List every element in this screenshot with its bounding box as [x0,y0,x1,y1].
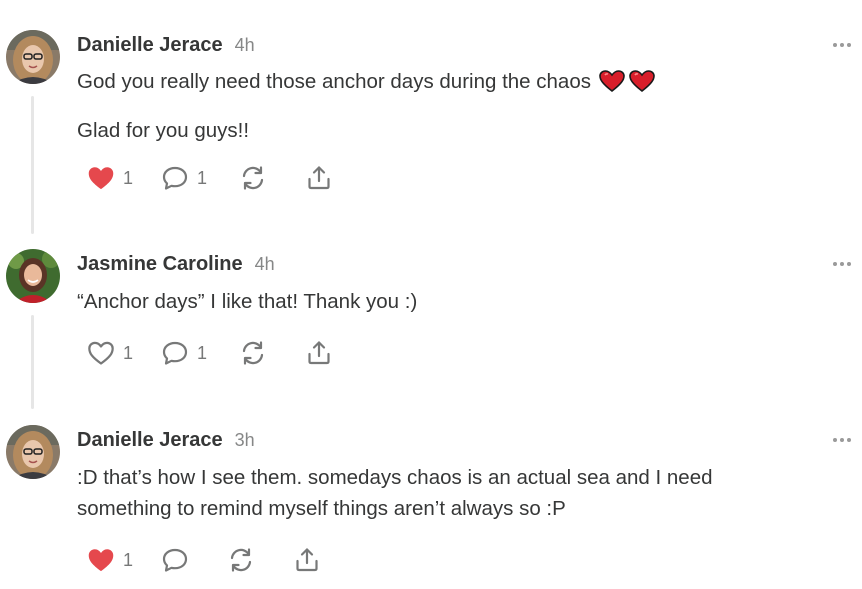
restack-icon [239,339,267,367]
comment-header: Danielle Jerace 4h [77,34,255,57]
share-icon [305,339,333,367]
more-options-icon[interactable] [833,42,851,48]
comment-icon [161,340,189,366]
restack-button[interactable] [227,546,255,574]
red-heart-emoji-icon [599,70,625,101]
author-name[interactable]: Jasmine Caroline [77,253,243,276]
timestamp[interactable]: 3h [235,430,255,451]
timestamp[interactable]: 4h [235,35,255,56]
comment-body: God you really need those anchor days du… [77,66,837,146]
comment-body: :D that’s how I see them. somedays chaos… [77,462,777,524]
comment-icon [161,165,189,191]
restack-icon [227,546,255,574]
author-name[interactable]: Danielle Jerace [77,429,223,452]
restack-button[interactable] [239,339,267,367]
author-name[interactable]: Danielle Jerace [77,34,223,57]
red-heart-emoji-icon [629,70,655,101]
reply-count: 1 [197,342,208,363]
share-icon [305,164,333,192]
comment-actions: 1 1 [87,338,333,368]
comment-paragraph: Glad for you guys!! [77,119,250,142]
share-button[interactable] [305,339,333,367]
reply-button[interactable] [161,547,189,573]
comment-3: Danielle Jerace 3h :D that’s how I see t… [0,410,862,589]
like-count: 1 [123,342,134,363]
comment-paragraph: God you really need those anchor days du… [77,66,837,101]
like-count: 1 [123,167,134,188]
share-button[interactable] [305,164,333,192]
comment-header: Danielle Jerace 3h [77,429,255,452]
avatar-danielle[interactable] [6,30,60,84]
like-button[interactable]: 1 [87,547,133,573]
restack-icon [239,164,267,192]
more-options-icon[interactable] [833,261,851,267]
heart-icon [87,165,115,191]
like-button[interactable]: 1 [87,165,133,191]
heart-icon [87,547,115,573]
comment-icon [161,547,189,573]
avatar-danielle[interactable] [6,425,60,479]
comment-header: Jasmine Caroline 4h [77,253,275,276]
comment-paragraph: “Anchor days” I like that! Thank you :) [77,290,418,313]
restack-button[interactable] [239,164,267,192]
reply-count: 1 [197,167,208,188]
comment-actions: 1 [87,545,321,575]
comment-2: Jasmine Caroline 4h “Anchor days” I like… [0,235,862,410]
share-icon [293,546,321,574]
comment-actions: 1 1 [87,163,333,193]
comment-paragraph: :D that’s how I see them. somedays chaos… [77,466,713,520]
share-button[interactable] [293,546,321,574]
avatar-jasmine[interactable] [6,249,60,303]
reply-button[interactable]: 1 [161,165,207,191]
thread-line [31,315,34,409]
comment-body: “Anchor days” I like that! Thank you :) [77,286,837,317]
timestamp[interactable]: 4h [255,254,275,275]
like-count: 1 [123,549,134,570]
comment-1: Danielle Jerace 4h God you really need t… [0,0,862,235]
heart-icon [87,340,115,366]
like-button[interactable]: 1 [87,340,133,366]
thread-line [31,96,34,234]
reply-button[interactable]: 1 [161,340,207,366]
more-options-icon[interactable] [833,437,851,443]
